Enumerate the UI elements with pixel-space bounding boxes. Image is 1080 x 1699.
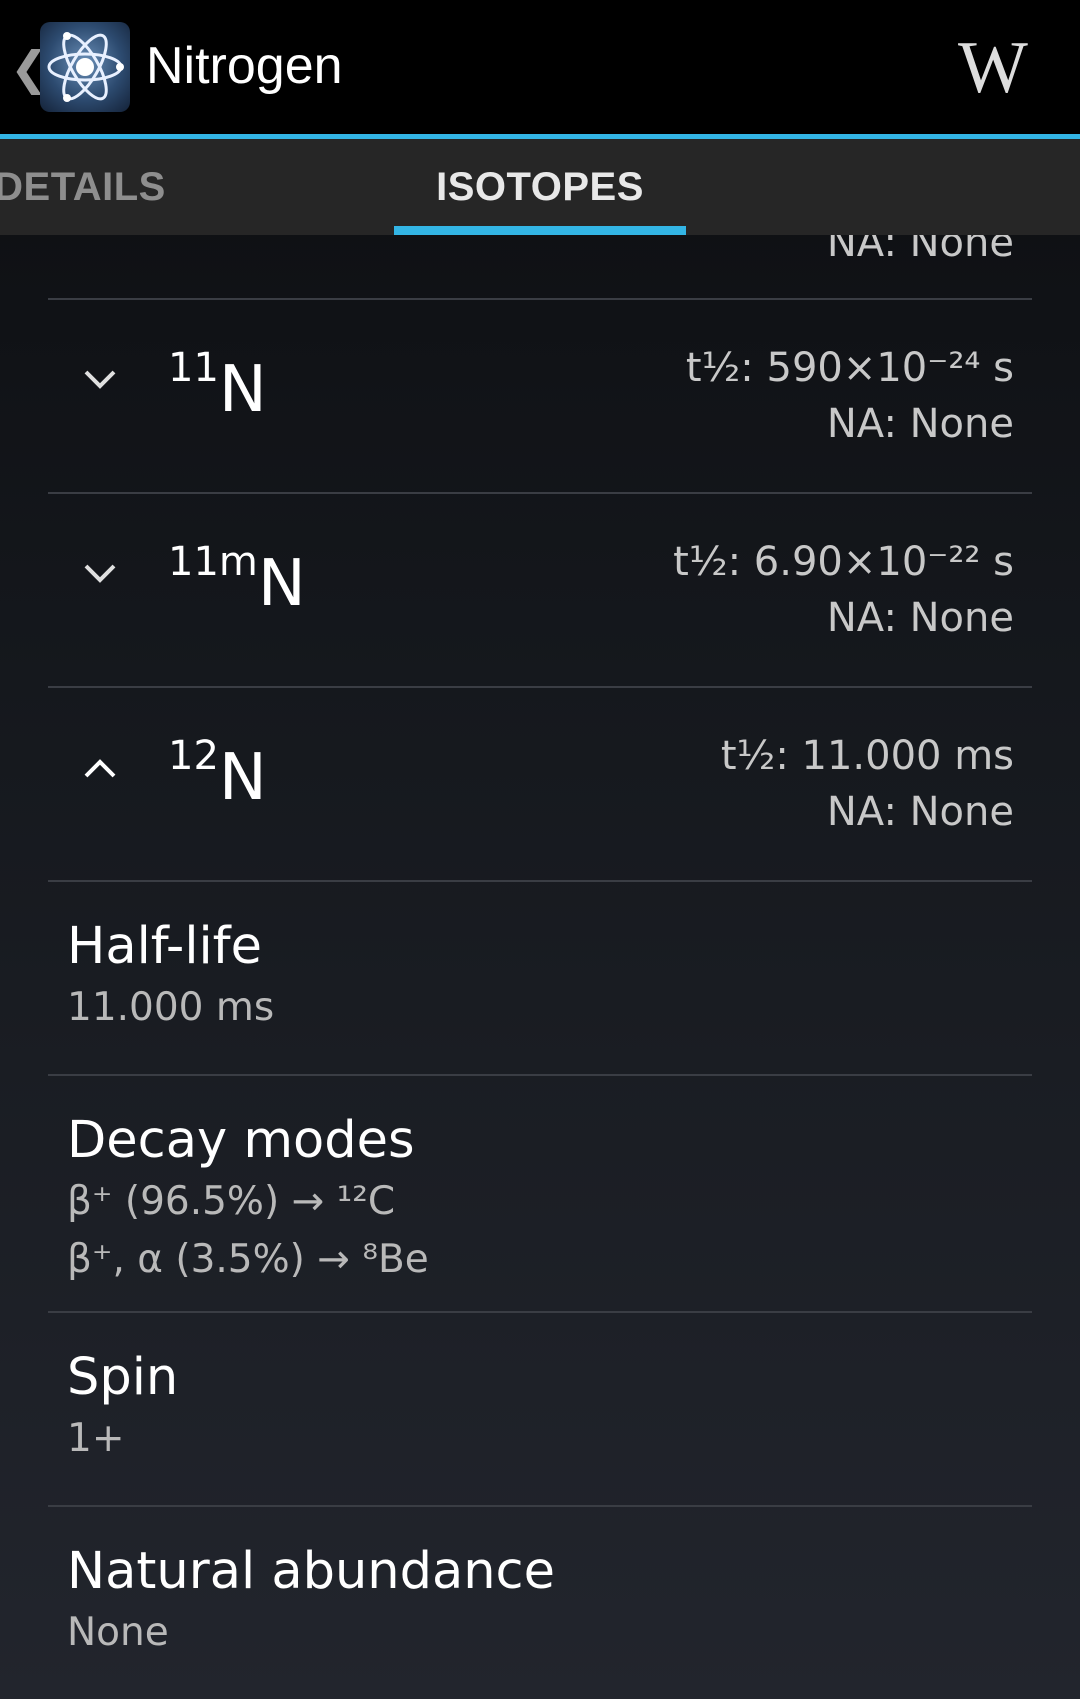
chevron-down-icon: [84, 370, 116, 389]
chevron-down-icon: [84, 564, 116, 583]
isotope-row-partial[interactable]: NA: None: [48, 235, 1032, 274]
wikipedia-icon[interactable]: W: [958, 28, 1028, 108]
atom-icon[interactable]: [40, 22, 130, 112]
isotope-symbol: 11N: [168, 348, 267, 430]
property-label: Decay modes: [67, 1111, 415, 1170]
property-value: 1+: [67, 1416, 125, 1461]
isotope-symbol: 11mN: [168, 542, 306, 624]
property-decay-modes: Decay modes β⁺ (96.5%) → ¹²C β⁺, α (3.5%…: [48, 1076, 1032, 1310]
isotope-meta: t½: 11.000 ms NA: None: [721, 728, 1014, 840]
isotope-element: N: [218, 353, 267, 427]
tab-selected-indicator: [394, 226, 686, 235]
isotope-half-life: t½: 11.000 ms: [720, 733, 1014, 779]
isotope-meta: t½: 590×10⁻²⁴ s NA: None: [686, 340, 1014, 452]
isotope-natural-abundance: NA: None: [826, 401, 1014, 447]
action-bar: ❮ Nitrogen W: [0, 0, 1080, 134]
property-spin: Spin 1+: [48, 1313, 1032, 1505]
property-value: None: [67, 1610, 169, 1655]
decay-mode-item: β⁺ (96.5%) → ¹²C: [67, 1179, 396, 1224]
decay-mode-item: β⁺, α (3.5%) → ⁸Be: [67, 1237, 429, 1282]
property-label: Spin: [67, 1348, 179, 1407]
atom-icon-graphic: [47, 32, 124, 102]
isotope-natural-abundance: NA: None: [826, 595, 1014, 641]
isotope-half-life: t½: 6.90×10⁻²² s: [673, 539, 1014, 585]
property-value: 11.000 ms: [67, 985, 275, 1030]
property-half-life: Half-life 11.000 ms: [48, 882, 1032, 1074]
app-title: Nitrogen: [146, 37, 343, 95]
isotope-list[interactable]: NA: None 11N t½: 590×10⁻²⁴ s NA: None 11…: [0, 235, 1080, 1699]
isotope-row-12n[interactable]: 12N t½: 11.000 ms NA: None: [48, 688, 1032, 880]
tab-bar: DETAILS ISOTOPES: [0, 139, 1080, 235]
property-label: Half-life: [67, 917, 263, 976]
isotope-natural-abundance: NA: None: [826, 235, 1014, 266]
isotope-row-11mn[interactable]: 11mN t½: 6.90×10⁻²² s NA: None: [48, 494, 1032, 686]
isotope-mass-number: 11: [168, 345, 219, 391]
tab-details[interactable]: DETAILS: [0, 139, 230, 235]
isotope-element: N: [257, 547, 306, 621]
isotope-symbol: 12N: [168, 736, 267, 818]
chevron-up-icon: [84, 759, 116, 778]
property-label: Natural abundance: [67, 1542, 555, 1601]
isotope-meta: t½: 6.90×10⁻²² s NA: None: [673, 534, 1014, 646]
tab-isotopes[interactable]: ISOTOPES: [394, 139, 686, 235]
isotope-half-life: t½: 590×10⁻²⁴ s: [685, 345, 1014, 391]
property-natural-abundance: Natural abundance None: [48, 1507, 1032, 1699]
isotope-mass-number: 12: [168, 733, 219, 779]
isotope-element: N: [218, 741, 267, 815]
isotope-row-11n[interactable]: 11N t½: 590×10⁻²⁴ s NA: None: [48, 300, 1032, 492]
isotope-natural-abundance: NA: None: [826, 789, 1014, 835]
isotope-mass-number: 11m: [168, 539, 258, 585]
